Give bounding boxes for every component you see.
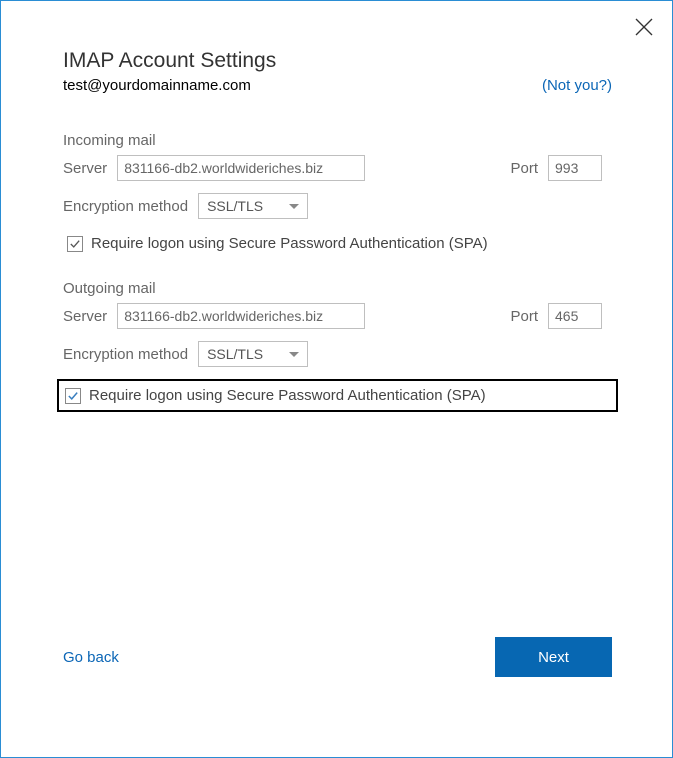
outgoing-port-input[interactable] [548,303,602,329]
close-button[interactable] [634,17,654,37]
incoming-spa-checkbox[interactable] [67,236,83,252]
incoming-header: Incoming mail [63,132,612,149]
outgoing-port-label: Port [510,308,538,325]
outgoing-server-input[interactable] [117,303,365,329]
dialog-window: IMAP Account Settings test@yourdomainnam… [0,0,673,758]
account-email: test@yourdomainname.com [63,77,251,94]
checkmark-icon [68,391,78,401]
outgoing-encryption-select[interactable]: SSL/TLS [198,341,308,367]
incoming-encryption-label: Encryption method [63,198,188,215]
outgoing-encryption-label: Encryption method [63,346,188,363]
outgoing-server-label: Server [63,308,107,325]
page-title: IMAP Account Settings [63,49,612,73]
outgoing-encryption-value: SSL/TLS [207,346,289,362]
checkmark-icon [70,239,80,249]
incoming-server-input[interactable] [117,155,365,181]
incoming-spa-label: Require logon using Secure Password Auth… [91,235,488,252]
incoming-port-label: Port [510,160,538,177]
incoming-encryption-select[interactable]: SSL/TLS [198,193,308,219]
chevron-down-icon [289,352,299,357]
chevron-down-icon [289,204,299,209]
incoming-encryption-value: SSL/TLS [207,198,289,214]
outgoing-spa-checkbox[interactable] [65,388,81,404]
outgoing-spa-label: Require logon using Secure Password Auth… [89,387,486,404]
outgoing-header: Outgoing mail [63,280,612,297]
next-button[interactable]: Next [495,637,612,677]
incoming-server-label: Server [63,160,107,177]
not-you-link[interactable]: (Not you?) [542,77,612,94]
incoming-port-input[interactable] [548,155,602,181]
close-icon [634,17,654,37]
go-back-link[interactable]: Go back [63,649,119,666]
